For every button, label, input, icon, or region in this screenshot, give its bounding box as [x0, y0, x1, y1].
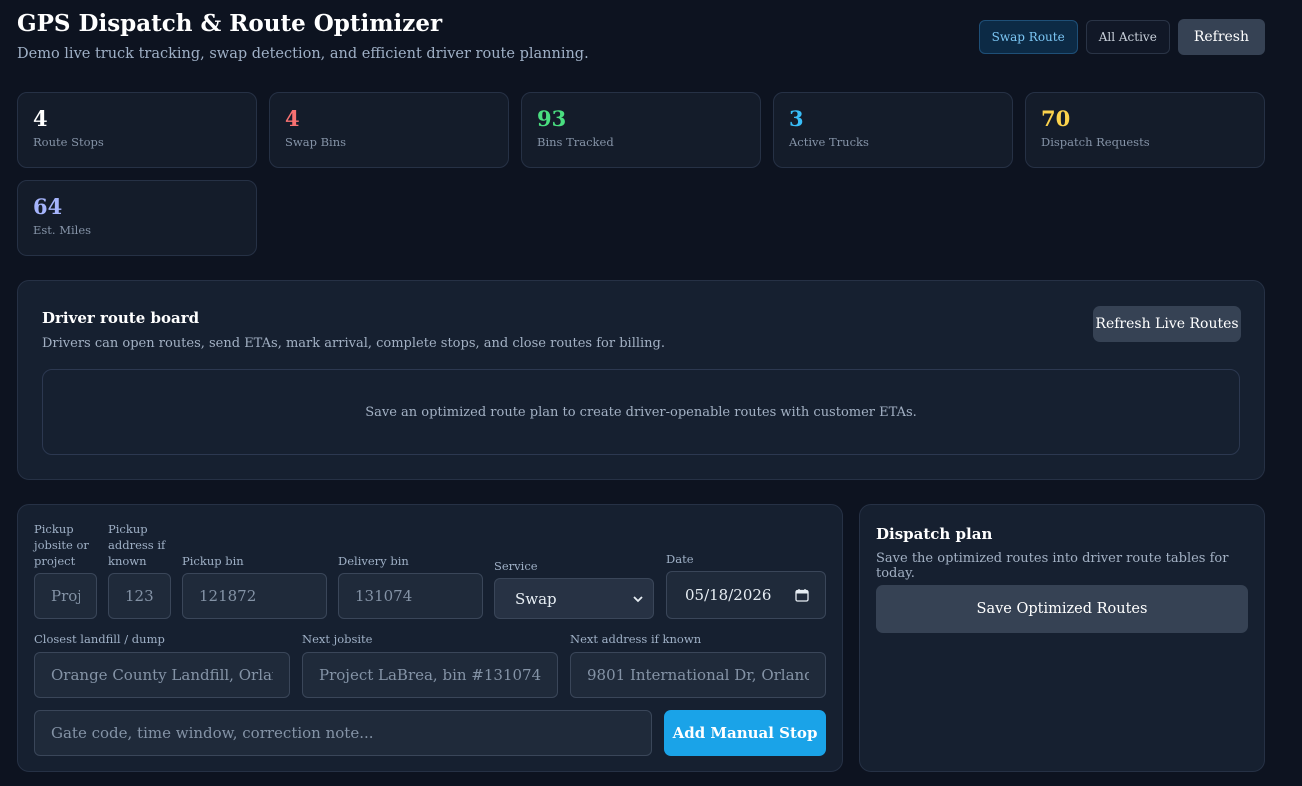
route-board-description: Drivers can open routes, send ETAs, mark…	[42, 336, 665, 351]
stat-label: Route Stops	[33, 135, 104, 150]
stat-card-route-stops: 4 Route Stops	[17, 92, 257, 168]
stat-card-active-trucks: 3 Active Trucks	[773, 92, 1013, 168]
date-input[interactable]: 05/18/2026	[666, 571, 826, 619]
stat-value: 4	[285, 106, 300, 131]
stat-card-bins-tracked: 93 Bins Tracked	[521, 92, 761, 168]
landfill-input[interactable]: Orange County Landfill, Orlando,	[34, 652, 290, 698]
next-address-input[interactable]: 9801 International Dr, Orlando, FL	[570, 652, 826, 698]
driver-route-board: Driver route board Drivers can open rout…	[17, 280, 1265, 480]
refresh-button[interactable]: Refresh	[1177, 19, 1265, 55]
stat-value: 70	[1041, 106, 1071, 131]
swap-route-filter-button[interactable]: Swap Route	[978, 20, 1078, 54]
stat-card-est-miles: 64 Est. Miles	[17, 180, 257, 256]
stat-label: Dispatch Requests	[1041, 135, 1150, 150]
stat-value: 64	[33, 194, 63, 219]
service-label: Service	[494, 559, 538, 573]
service-select[interactable]: Swap	[494, 578, 654, 619]
stat-label: Bins Tracked	[537, 135, 614, 150]
route-board-title: Driver route board	[42, 309, 200, 327]
stat-value: 3	[789, 106, 804, 131]
service-selected-value: Swap	[515, 589, 557, 608]
manual-stop-form: Pickup jobsite or project Proj Pickup ad…	[17, 504, 843, 772]
page-subtitle: Demo live truck tracking, swap detection…	[17, 46, 589, 62]
pickup-jobsite-label: Pickup jobsite or project	[34, 522, 89, 568]
pickup-jobsite-placeholder: Proj	[51, 587, 80, 605]
top-actions: Swap Route All Active Refresh	[978, 19, 1265, 55]
dispatch-plan-title: Dispatch plan	[876, 525, 993, 543]
page-title: GPS Dispatch & Route Optimizer	[17, 10, 443, 37]
landfill-label: Closest landfill / dump	[34, 632, 165, 646]
date-value: 05/18/2026	[685, 586, 772, 604]
pickup-bin-input[interactable]: 121872	[182, 573, 327, 619]
delivery-bin-placeholder: 131074	[355, 587, 413, 605]
date-label: Date	[666, 552, 694, 566]
all-active-filter-button[interactable]: All Active	[1085, 20, 1170, 54]
chevron-down-icon	[633, 595, 643, 602]
stat-value: 93	[537, 106, 567, 131]
add-manual-stop-button[interactable]: Add Manual Stop	[664, 710, 826, 756]
pickup-bin-label: Pickup bin	[182, 554, 244, 568]
pickup-address-label: Pickup address if known	[108, 522, 166, 568]
page-header: GPS Dispatch & Route Optimizer Demo live…	[17, 10, 589, 62]
delivery-bin-label: Delivery bin	[338, 554, 409, 568]
dispatch-plan-panel: Dispatch plan Save the optimized routes …	[859, 504, 1265, 772]
pickup-address-placeholder: 123	[125, 587, 154, 605]
refresh-live-routes-button[interactable]: Refresh Live Routes	[1093, 306, 1241, 342]
landfill-placeholder: Orange County Landfill, Orlando,	[51, 666, 273, 684]
next-address-placeholder: 9801 International Dr, Orlando, FL	[587, 666, 809, 684]
calendar-icon[interactable]	[795, 588, 809, 602]
next-jobsite-placeholder: Project LaBrea, bin #131074...	[319, 666, 541, 684]
next-address-label: Next address if known	[570, 632, 702, 646]
next-jobsite-label: Next jobsite	[302, 632, 373, 646]
save-optimized-routes-button[interactable]: Save Optimized Routes	[876, 585, 1248, 633]
stat-label: Est. Miles	[33, 223, 92, 238]
stat-value: 4	[33, 106, 48, 131]
pickup-bin-placeholder: 121872	[199, 587, 257, 605]
next-jobsite-input[interactable]: Project LaBrea, bin #131074...	[302, 652, 558, 698]
note-input[interactable]: Gate code, time window, correction note.…	[34, 710, 652, 756]
stat-label: Active Trucks	[789, 135, 869, 150]
note-placeholder: Gate code, time window, correction note.…	[51, 724, 374, 742]
stat-label: Swap Bins	[285, 135, 347, 150]
stat-card-swap-bins: 4 Swap Bins	[269, 92, 509, 168]
dispatch-plan-description: Save the optimized routes into driver ro…	[876, 551, 1229, 581]
routes-empty-state: Save an optimized route plan to create d…	[42, 369, 1240, 455]
delivery-bin-input[interactable]: 131074	[338, 573, 483, 619]
stat-card-dispatch-requests: 70 Dispatch Requests	[1025, 92, 1265, 168]
pickup-address-input[interactable]: 123	[108, 573, 171, 619]
pickup-jobsite-input[interactable]: Proj	[34, 573, 97, 619]
